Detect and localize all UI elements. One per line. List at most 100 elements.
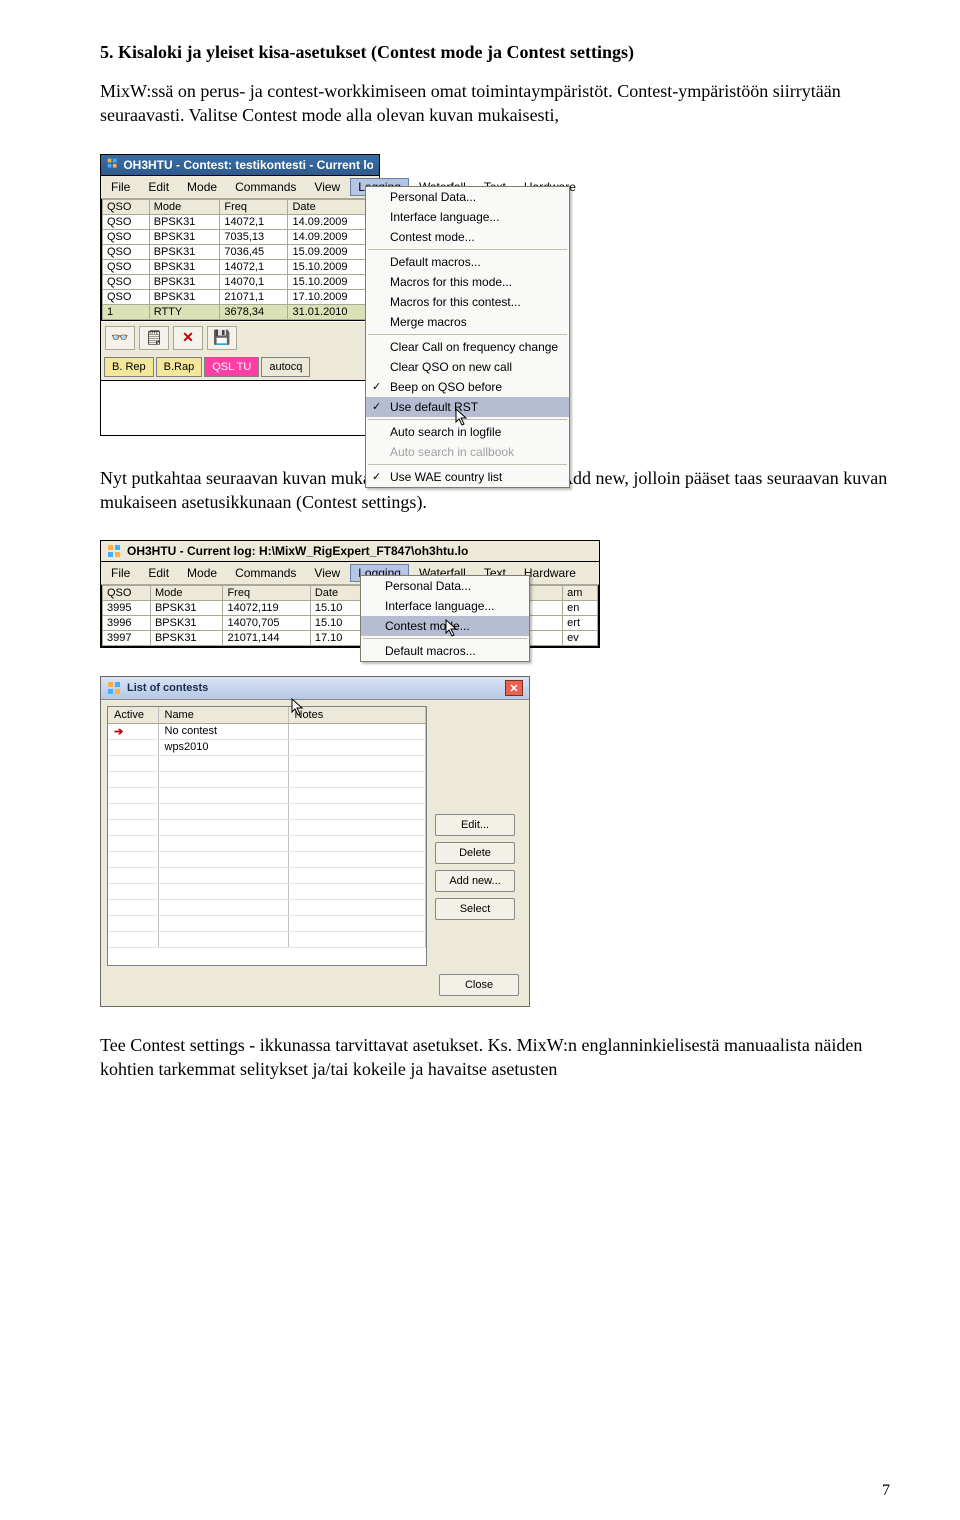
menu-item[interactable]: Use default RST <box>366 397 569 417</box>
col-freq[interactable]: Freq <box>223 586 310 601</box>
cell: 14072,1 <box>220 214 288 229</box>
table-row[interactable]: ➔No contest <box>108 723 426 739</box>
menu-item[interactable]: Contest mode... <box>361 616 529 636</box>
menu-item[interactable]: Macros for this contest... <box>366 292 569 312</box>
macro-autocq[interactable]: autocq <box>261 357 310 377</box>
table-row[interactable]: QSOBPSK3114072,114.09.2009 <box>103 214 378 229</box>
edit-button[interactable]: Edit... <box>435 814 515 836</box>
menu-item[interactable]: Default macros... <box>366 252 569 272</box>
table-row[interactable]: QSOBPSK3121071,117.10.2009 <box>103 289 378 304</box>
table-row[interactable]: QSOBPSK3114070,115.10.2009 <box>103 274 378 289</box>
table-row[interactable] <box>108 867 426 883</box>
menu-file[interactable]: File <box>103 178 138 196</box>
cell: BPSK31 <box>150 631 222 646</box>
menu-item[interactable]: Auto search in logfile <box>366 422 569 442</box>
col-mode[interactable]: Mode <box>150 586 222 601</box>
menu-mode[interactable]: Mode <box>179 178 225 196</box>
menu-item[interactable]: Interface language... <box>361 596 529 616</box>
menu-item[interactable]: Personal Data... <box>366 187 569 207</box>
toolbar-delete-button[interactable]: ✕ <box>173 326 203 350</box>
menu-commands[interactable]: Commands <box>227 564 304 582</box>
col-tail[interactable]: am <box>563 586 598 601</box>
toolbar-save-button[interactable]: 💾 <box>207 326 237 350</box>
cell: 21071,1 <box>220 289 288 304</box>
menubar[interactable]: File Edit Mode Commands View Logging Wat… <box>101 176 379 199</box>
col-active[interactable]: Active <box>108 707 158 723</box>
menu-item[interactable]: Beep on QSO before <box>366 377 569 397</box>
cell: 7036,45 <box>220 244 288 259</box>
cell: BPSK31 <box>149 274 220 289</box>
screenshot-1: OH3HTU - Contest: testikontesti - Curren… <box>100 146 635 436</box>
macro-brep[interactable]: B. Rep <box>104 357 154 377</box>
menu-item[interactable]: Use WAE country list <box>366 467 569 487</box>
select-button[interactable]: Select <box>435 898 515 920</box>
delete-button[interactable]: Delete <box>435 842 515 864</box>
menu-item[interactable]: Interface language... <box>366 207 569 227</box>
table-row[interactable]: wps2010 <box>108 739 426 755</box>
menu-item[interactable]: Default macros... <box>361 641 529 661</box>
cell: RTTY <box>149 304 220 319</box>
menu-item[interactable]: Contest mode... <box>366 227 569 247</box>
col-freq[interactable]: Freq <box>220 199 288 214</box>
window-titlebar: OH3HTU - Current log: H:\MixW_RigExpert_… <box>101 541 599 562</box>
macro-qsltu[interactable]: QSL TU <box>204 357 259 377</box>
logging-menu[interactable]: Personal Data...Interface language...Con… <box>360 575 530 662</box>
window-title: List of contests <box>127 682 208 694</box>
col-mode[interactable]: Mode <box>149 199 220 214</box>
menu-item[interactable]: Clear Call on frequency change <box>366 337 569 357</box>
menu-view[interactable]: View <box>306 564 348 582</box>
menu-mode[interactable]: Mode <box>179 564 225 582</box>
window-titlebar: List of contests ✕ <box>101 677 529 700</box>
macro-brap[interactable]: B.Rap <box>156 357 203 377</box>
table-row[interactable] <box>108 931 426 947</box>
cell: BPSK31 <box>149 244 220 259</box>
table-row[interactable] <box>108 915 426 931</box>
col-name[interactable]: Name <box>158 707 288 723</box>
menu-file[interactable]: File <box>103 564 138 582</box>
col-date[interactable]: Date <box>310 586 362 601</box>
table-row[interactable] <box>108 771 426 787</box>
menu-item[interactable]: Clear QSO on new call <box>366 357 569 377</box>
table-row[interactable]: 1RTTY3678,3431.01.2010 <box>103 304 378 319</box>
table-row[interactable] <box>108 899 426 915</box>
contest-table[interactable]: Active Name Notes ➔No contestwps2010 <box>107 706 427 966</box>
table-row[interactable] <box>108 787 426 803</box>
cell-active <box>108 739 158 755</box>
menu-edit[interactable]: Edit <box>140 178 177 196</box>
close-button-bottom[interactable]: Close <box>439 974 519 996</box>
table-row[interactable]: QSOBPSK317036,4515.09.2009 <box>103 244 378 259</box>
menu-item[interactable]: Personal Data... <box>361 576 529 596</box>
page-number: 7 <box>882 1482 890 1500</box>
cell: 3995 <box>103 601 151 616</box>
table-row[interactable] <box>108 851 426 867</box>
menu-view[interactable]: View <box>306 178 348 196</box>
cell: en <box>563 601 598 616</box>
cell: QSO <box>103 289 150 304</box>
table-row[interactable]: QSOBPSK3114072,115.10.2009 <box>103 259 378 274</box>
menu-item[interactable]: Merge macros <box>366 312 569 332</box>
table-row[interactable] <box>108 819 426 835</box>
cell: 14072,119 <box>223 601 310 616</box>
col-qso[interactable]: QSO <box>103 199 150 214</box>
cell: 15.10 <box>310 601 362 616</box>
menu-edit[interactable]: Edit <box>140 564 177 582</box>
toolbar-print-button[interactable]: 🗒 <box>139 326 169 350</box>
table-row[interactable] <box>108 755 426 771</box>
toolbar-view-button[interactable]: 👓 <box>105 326 135 350</box>
col-qso[interactable]: QSO <box>103 586 151 601</box>
add-new-button[interactable]: Add new... <box>435 870 515 892</box>
menu-item: Auto search in callbook <box>366 442 569 462</box>
table-row[interactable] <box>108 835 426 851</box>
col-notes[interactable]: Notes <box>288 707 426 723</box>
cell: 3996 <box>103 616 151 631</box>
table-row[interactable]: QSOBPSK317035,1314.09.2009 <box>103 229 378 244</box>
cell-notes <box>288 739 426 755</box>
close-button[interactable]: ✕ <box>505 680 523 696</box>
menu-commands[interactable]: Commands <box>227 178 304 196</box>
cell: QSO <box>103 244 150 259</box>
logging-menu[interactable]: Personal Data...Interface language...Con… <box>365 186 570 488</box>
menu-item[interactable]: Macros for this mode... <box>366 272 569 292</box>
table-row[interactable] <box>108 803 426 819</box>
table-row[interactable] <box>108 883 426 899</box>
cell: 17.10 <box>310 631 362 646</box>
